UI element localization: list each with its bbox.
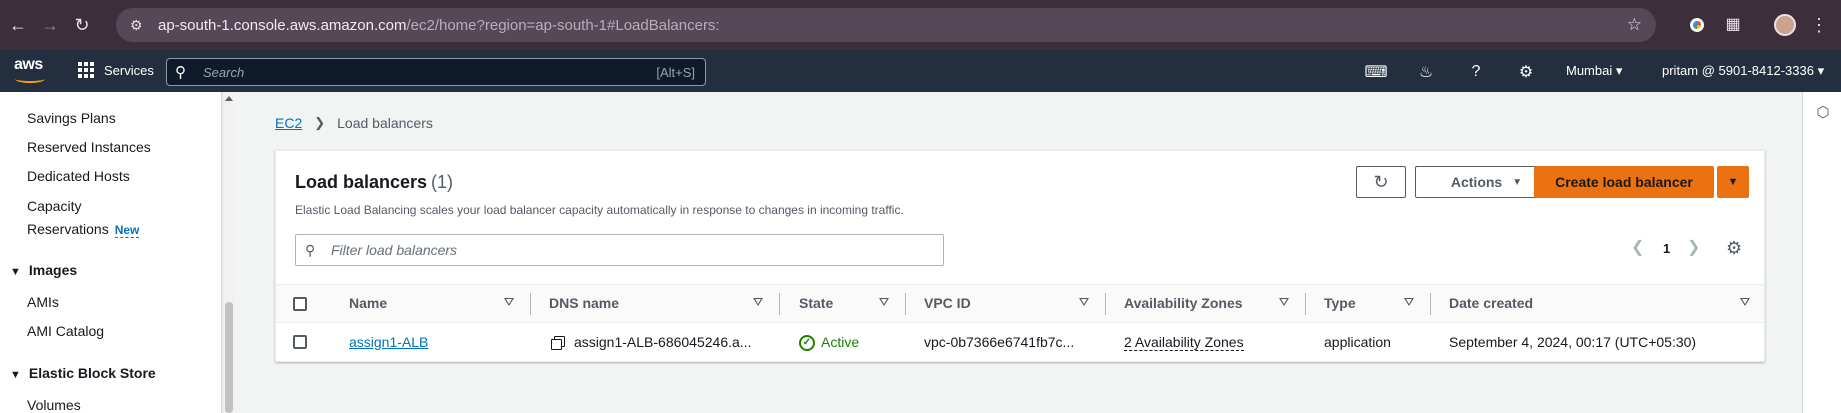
sort-icon[interactable] bbox=[1279, 298, 1289, 306]
extension-icon[interactable] bbox=[1686, 14, 1708, 36]
caret-down-icon: ▼ bbox=[10, 266, 21, 278]
breadcrumb: EC2 ❯ Load balancers bbox=[275, 115, 433, 131]
row-checkbox[interactable] bbox=[293, 335, 307, 349]
back-icon[interactable]: ← bbox=[4, 11, 32, 39]
caret-down-icon: ▼ bbox=[1727, 176, 1739, 188]
sidebar-item-volumes[interactable]: Volumes bbox=[27, 397, 81, 413]
gear-icon[interactable]: ⚙ bbox=[1515, 61, 1537, 83]
sort-icon[interactable] bbox=[753, 298, 763, 306]
menu-icon[interactable]: ⋮ bbox=[1808, 14, 1830, 36]
sidebar-section-images[interactable]: ▼ Images bbox=[10, 262, 77, 278]
check-circle-icon: ✓ bbox=[799, 335, 815, 351]
sidebar-item-reserved-instances[interactable]: Reserved Instances bbox=[27, 139, 151, 155]
breadcrumb-ec2[interactable]: EC2 bbox=[275, 115, 302, 131]
create-load-balancer-button[interactable]: Create load balancer bbox=[1534, 166, 1714, 198]
sort-icon[interactable] bbox=[879, 298, 889, 306]
sort-icon[interactable] bbox=[504, 298, 514, 306]
next-page-icon[interactable]: ❯ bbox=[1687, 237, 1700, 257]
sort-icon[interactable] bbox=[1740, 298, 1750, 306]
url-text[interactable]: ap-south-1.console.aws.amazon.com/ec2/ho… bbox=[158, 17, 720, 34]
sidebar-section-ebs[interactable]: ▼ Elastic Block Store bbox=[10, 365, 156, 381]
sidebar-item-amis[interactable]: AMIs bbox=[27, 294, 59, 310]
item-count: (1) bbox=[431, 172, 454, 192]
search-icon: ⚲ bbox=[175, 64, 186, 81]
sidebar: Savings Plans Reserved Instances Dedicat… bbox=[0, 92, 222, 413]
search-input[interactable] bbox=[195, 64, 657, 80]
status-badge: Active bbox=[821, 334, 860, 350]
sort-icon[interactable] bbox=[1079, 298, 1089, 306]
scroll-up-icon[interactable] bbox=[225, 96, 233, 101]
sidebar-scrollbar[interactable] bbox=[222, 92, 234, 413]
bell-icon[interactable]: ♨ bbox=[1415, 61, 1437, 83]
column-availability-zones[interactable]: Availability Zones bbox=[1124, 295, 1243, 311]
column-date-created[interactable]: Date created bbox=[1449, 295, 1533, 311]
info-panel-icon[interactable]: ⬡ bbox=[1814, 104, 1832, 122]
account-menu[interactable]: pritam @ 5901-8412-3336 ▾ bbox=[1662, 63, 1824, 79]
aws-top-nav: aws Services ⚲ [Alt+S] ⌨ ♨ ? ⚙ Mumbai ▾ … bbox=[0, 50, 1841, 92]
filter-box[interactable]: ⚲ bbox=[295, 234, 944, 266]
page-title: Load balancers (1) bbox=[295, 172, 454, 192]
reload-icon[interactable]: ↻ bbox=[68, 11, 96, 39]
column-type[interactable]: Type bbox=[1324, 295, 1356, 311]
puzzle-icon[interactable]: ▦ bbox=[1722, 14, 1744, 36]
services-button[interactable]: Services bbox=[78, 62, 154, 78]
column-state[interactable]: State bbox=[799, 295, 833, 311]
right-rail: ⬡ bbox=[1802, 92, 1841, 413]
region-selector[interactable]: Mumbai ▾ bbox=[1566, 63, 1622, 79]
page-number[interactable]: 1 bbox=[1663, 241, 1670, 256]
create-dropdown-button[interactable]: ▼ bbox=[1717, 166, 1749, 198]
lb-name-link[interactable]: assign1-ALB bbox=[349, 334, 428, 350]
new-badge: New bbox=[114, 223, 140, 238]
date-created: September 4, 2024, 00:17 (UTC+05:30) bbox=[1449, 334, 1697, 350]
select-all-checkbox[interactable] bbox=[293, 297, 307, 311]
availability-zones-popover[interactable]: 2 Availability Zones bbox=[1124, 334, 1244, 351]
sidebar-item-capacity-reservations[interactable]: Capacity bbox=[27, 198, 81, 214]
breadcrumb-current: Load balancers bbox=[337, 115, 433, 131]
dns-name: assign1-ALB-686045246.a... bbox=[574, 334, 752, 350]
sidebar-item-capacity-reservations-line2[interactable]: Reservations New bbox=[27, 221, 140, 238]
search-shortcut: [Alt+S] bbox=[656, 64, 695, 80]
site-info-icon[interactable]: ⚙ bbox=[130, 17, 154, 34]
refresh-button[interactable]: ↻ bbox=[1356, 166, 1406, 198]
table-header: Name DNS name State VPC ID Availability … bbox=[276, 284, 1764, 323]
global-search[interactable]: ⚲ [Alt+S] bbox=[166, 58, 706, 86]
table-row[interactable]: assign1-ALB assign1-ALB-686045246.a... ✓… bbox=[276, 323, 1764, 362]
sidebar-item-savings-plans[interactable]: Savings Plans bbox=[27, 110, 116, 126]
browser-toolbar: ← → ↻ ⚙ ap-south-1.console.aws.amazon.co… bbox=[0, 0, 1841, 50]
caret-down-icon: ▼ bbox=[10, 369, 21, 381]
address-bar[interactable]: ⚙ ap-south-1.console.aws.amazon.com/ec2/… bbox=[116, 8, 1656, 42]
column-vpc-id[interactable]: VPC ID bbox=[924, 295, 971, 311]
services-label: Services bbox=[104, 62, 154, 78]
search-icon: ⚲ bbox=[305, 241, 316, 258]
sidebar-item-dedicated-hosts[interactable]: Dedicated Hosts bbox=[27, 168, 130, 184]
panel-description: Elastic Load Balancing scales your load … bbox=[295, 203, 904, 217]
vpc-id: vpc-0b7366e6741fb7c... bbox=[924, 334, 1075, 350]
load-balancers-panel: Load balancers (1) Elastic Load Balancing… bbox=[275, 150, 1765, 362]
profile-avatar[interactable] bbox=[1774, 14, 1796, 36]
settings-icon[interactable]: ⚙ bbox=[1726, 238, 1742, 259]
star-icon[interactable]: ☆ bbox=[1627, 15, 1642, 35]
sort-icon[interactable] bbox=[1404, 298, 1414, 306]
chevron-right-icon: ❯ bbox=[314, 115, 326, 130]
column-dns-name[interactable]: DNS name bbox=[549, 295, 619, 311]
caret-down-icon: ▼ bbox=[1512, 176, 1523, 188]
forward-icon[interactable]: → bbox=[36, 11, 64, 39]
help-icon[interactable]: ? bbox=[1465, 61, 1487, 83]
scrollbar-thumb[interactable] bbox=[225, 302, 233, 413]
sidebar-item-ami-catalog[interactable]: AMI Catalog bbox=[27, 323, 104, 339]
copy-icon[interactable] bbox=[551, 336, 565, 350]
lb-type: application bbox=[1324, 334, 1391, 350]
refresh-icon: ↻ bbox=[1373, 171, 1389, 192]
prev-page-icon[interactable]: ❮ bbox=[1631, 237, 1644, 257]
aws-logo[interactable]: aws bbox=[14, 56, 48, 86]
filter-input[interactable] bbox=[325, 242, 943, 258]
grid-icon bbox=[78, 62, 94, 78]
column-name[interactable]: Name bbox=[349, 295, 387, 311]
cloudshell-icon[interactable]: ⌨ bbox=[1364, 61, 1387, 83]
